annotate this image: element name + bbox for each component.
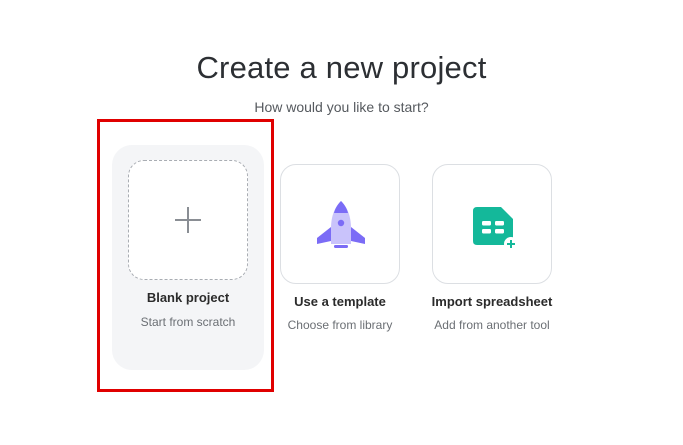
import-spreadsheet-text[interactable]: Import spreadsheet Add from another tool (412, 294, 572, 344)
create-project-page: Create a new project How would you like … (0, 0, 683, 445)
import-spreadsheet-tile[interactable] (432, 164, 552, 284)
import-spreadsheet-sublabel: Add from another tool (434, 318, 550, 332)
selection-highlight (97, 119, 274, 392)
use-template-text[interactable]: Use a template Choose from library (265, 294, 415, 344)
import-spreadsheet-label: Import spreadsheet (431, 294, 553, 309)
use-template-label: Use a template (294, 294, 386, 309)
use-template-tile[interactable] (280, 164, 400, 284)
use-template-sublabel: Choose from library (287, 318, 393, 332)
spreadsheet-import-icon (473, 207, 518, 251)
page-subtitle: How would you like to start? (254, 99, 429, 115)
page-title: Create a new project (196, 50, 487, 85)
rocket-icon (317, 201, 365, 248)
